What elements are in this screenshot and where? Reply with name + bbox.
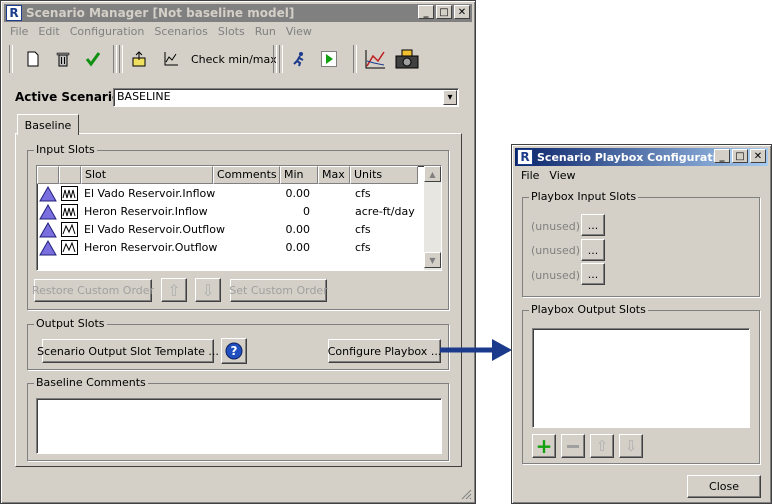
plot-icon[interactable] [363,47,387,71]
menu-scenarios[interactable]: Scenarios [149,25,213,38]
input-slot-label: (unused) [531,220,580,233]
output-slot-template-button[interactable]: Scenario Output Slot Template ... [37,339,219,363]
help-button[interactable]: ? [221,338,247,364]
camera-icon[interactable] [395,47,419,71]
table-row[interactable]: Heron Reservoir.Outflow 0.00 cfs [37,239,418,257]
input-slot-label: (unused) [531,269,580,282]
input-slot-3-button[interactable]: ... [581,263,605,285]
restore-custom-order-button[interactable]: Restore Custom Order [32,279,154,302]
checkmark-icon[interactable] [81,47,105,71]
menu-view[interactable]: View [544,169,580,182]
column-header-units[interactable]: Units [350,166,418,184]
playbox-window: R Scenario Playbox Configuration _ □ ✕ F… [511,144,772,504]
baseline-comments-textarea[interactable] [36,398,442,454]
series-line-icon [61,222,78,237]
close-button[interactable]: Close [687,475,761,498]
table-scrollbar[interactable]: ▲ ▼ [424,166,441,270]
table-row[interactable]: El Vado Reservoir.Outflow 0.00 cfs [37,221,418,239]
new-icon[interactable] [21,47,45,71]
svg-text:?: ? [231,344,238,358]
reservoir-triangle-icon [39,240,57,256]
app-icon: R [517,149,533,165]
active-scenario-label: Active Scenario: [15,90,125,104]
tab-baseline[interactable]: Baseline [17,114,79,135]
close-window-button[interactable]: ✕ [454,5,470,19]
playbox-output-slots-list[interactable] [532,328,750,428]
menu-edit[interactable]: Edit [33,25,64,38]
arrow-up-icon: ⇧ [595,437,609,455]
minus-icon [567,444,579,448]
chart-icon[interactable] [159,47,183,71]
close-window-button[interactable]: ✕ [750,149,766,163]
arrow-down-icon: ⇩ [201,280,215,300]
plus-icon: + [535,434,553,458]
scroll-down-icon[interactable]: ▼ [424,252,441,268]
move-down-button[interactable]: ⇩ [619,434,643,458]
flow-arrow-icon [440,339,512,361]
window-title: Scenario Manager [Not baseline model] [26,6,295,20]
arrow-down-icon: ⇩ [624,437,638,455]
menu-run[interactable]: Run [250,25,281,38]
configure-playbox-button[interactable]: Configure Playbox ... [328,339,441,363]
set-custom-order-button[interactable]: Set Custom Order [229,279,328,302]
export-icon[interactable] [127,47,151,71]
input-slot-1-button[interactable]: ... [581,214,605,236]
scroll-up-icon[interactable]: ▲ [424,166,441,182]
maximize-button[interactable]: □ [436,5,452,19]
playbox-titlebar[interactable]: R Scenario Playbox Configuration _ □ ✕ [515,148,768,166]
menubar: File Edit Configuration Scenarios Slots … [5,25,471,38]
reservoir-triangle-icon [39,222,57,238]
menu-file[interactable]: File [516,169,544,182]
move-up-button[interactable]: ⇧ [161,278,187,302]
series-wave-icon [61,186,78,201]
remove-slot-button[interactable] [561,434,585,458]
delete-icon[interactable] [51,47,75,71]
scenario-manager-titlebar[interactable]: R Scenario Manager [Not baseline model] … [4,4,472,22]
column-header-slot[interactable]: Slot [81,166,213,184]
app-icon: R [6,5,22,21]
reservoir-triangle-icon [39,204,57,220]
menu-slots[interactable]: Slots [213,25,250,38]
minimize-button[interactable]: _ [714,149,730,163]
column-header-min[interactable]: Min [280,166,318,184]
move-down-button[interactable]: ⇩ [195,278,221,302]
check-minmax-label[interactable]: Check min/max [191,53,277,66]
maximize-button[interactable]: □ [732,149,748,163]
run-person-icon[interactable] [287,47,311,71]
menu-file[interactable]: File [5,25,33,38]
column-header-comments[interactable]: Comments [213,166,280,184]
column-header-max[interactable]: Max [318,166,350,184]
add-slot-button[interactable]: + [532,434,556,458]
arrow-up-icon: ⇧ [167,280,181,300]
table-row[interactable]: Heron Reservoir.Inflow 0 acre-ft/day [37,203,418,221]
input-slots-table: Slot Comments Min Max Units El Vado Rese… [36,165,442,271]
playbox-window-title: Scenario Playbox Configuration [537,150,732,164]
input-slot-label: (unused) [531,244,580,257]
series-wave-icon [61,204,78,219]
input-slot-2-button[interactable]: ... [581,239,605,261]
active-scenario-select[interactable]: BASELINE ▾ [113,88,459,107]
move-up-button[interactable]: ⇧ [590,434,614,458]
play-icon[interactable] [317,47,341,71]
resize-grip-icon[interactable] [460,488,472,500]
playbox-menubar: File View [516,169,767,182]
chevron-down-icon[interactable]: ▾ [443,90,457,105]
menu-view[interactable]: View [281,25,317,38]
reservoir-triangle-icon [39,186,57,202]
series-line-icon [61,240,78,255]
scenario-manager-window: R Scenario Manager [Not baseline model] … [0,0,476,504]
menu-configuration[interactable]: Configuration [65,25,150,38]
table-row[interactable]: El Vado Reservoir.Inflow 0.00 cfs [37,185,418,203]
minimize-button[interactable]: _ [418,5,434,19]
help-icon: ? [225,342,243,360]
